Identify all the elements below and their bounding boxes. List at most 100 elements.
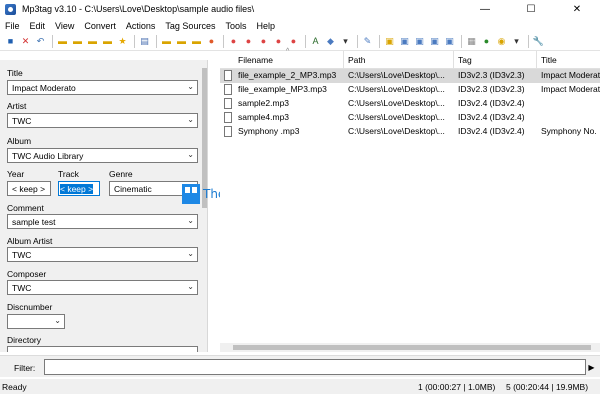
- add-folder-icon[interactable]: ▬: [71, 35, 84, 48]
- text-tag-icon[interactable]: ▬: [190, 35, 203, 48]
- table-row[interactable]: sample4.mp3 C:\Users\Love\Desktop\... ID3v…: [220, 111, 600, 125]
- column-tag[interactable]: Tag: [454, 51, 537, 69]
- id3-2-icon[interactable]: ▣: [413, 35, 426, 48]
- composer-label: Composer: [7, 269, 47, 279]
- convert-3-icon[interactable]: ●: [257, 35, 270, 48]
- tools-2-icon[interactable]: ●: [480, 35, 493, 48]
- actions-quick-icon[interactable]: ◆: [324, 35, 337, 48]
- table-row[interactable]: sample2.mp3 C:\Users\Love\Desktop\... ID3v…: [220, 97, 600, 111]
- album-value: TWC Audio Library: [12, 151, 84, 161]
- settings-icon[interactable]: 🔧: [532, 35, 545, 48]
- menu-help[interactable]: Help: [251, 21, 280, 31]
- save-icon[interactable]: ■: [4, 35, 17, 48]
- column-path-label: Path: [348, 54, 366, 65]
- options-icon[interactable]: ▤: [138, 35, 151, 48]
- id3-4-icon[interactable]: ▣: [443, 35, 456, 48]
- album-artist-value: TWC: [12, 250, 32, 260]
- title-value: Impact Moderato: [12, 83, 76, 93]
- title-field[interactable]: Impact Moderato ⌄: [7, 80, 198, 95]
- tag-tag-icon[interactable]: ●: [205, 35, 218, 48]
- actions-icon[interactable]: A: [309, 35, 322, 48]
- filename-tag-icon[interactable]: ▬: [160, 35, 173, 48]
- save-playlist-icon[interactable]: ▬: [86, 35, 99, 48]
- column-title[interactable]: Title: [537, 51, 600, 69]
- status-total: 5 (00:20:44 | 19.9MB): [506, 382, 589, 392]
- convert-1-icon[interactable]: ●: [227, 35, 240, 48]
- chevron-down-icon[interactable]: ⌄: [187, 216, 194, 225]
- menu-edit[interactable]: Edit: [25, 21, 51, 31]
- sort-up-icon: ^: [286, 48, 290, 55]
- undo-icon[interactable]: ↶: [34, 35, 47, 48]
- filter-go-icon[interactable]: ▶: [586, 359, 597, 375]
- web-icon[interactable]: ◉: [495, 35, 508, 48]
- convert-4-icon[interactable]: ●: [272, 35, 285, 48]
- remove-tag-icon[interactable]: ✕: [19, 35, 32, 48]
- chevron-down-icon[interactable]: ⌄: [187, 249, 194, 258]
- cell-tag: ID3v2.4 (ID3v2.4): [458, 98, 525, 108]
- year-field[interactable]: < keep >: [7, 181, 51, 196]
- minimize-button[interactable]: —: [462, 0, 508, 18]
- composer-value: TWC: [12, 283, 32, 293]
- artist-value: TWC: [12, 116, 32, 126]
- cell-filename: sample4.mp3: [238, 112, 290, 122]
- year-label: Year: [7, 169, 25, 179]
- comment-field[interactable]: sample test ⌄: [7, 214, 198, 229]
- menu-tag-sources[interactable]: Tag Sources: [160, 21, 220, 31]
- edit-icon[interactable]: ✎: [361, 35, 374, 48]
- comment-label: Comment: [7, 203, 44, 213]
- scrollbar-thumb[interactable]: [233, 345, 591, 350]
- tools-1-icon[interactable]: ▦: [465, 35, 478, 48]
- tag-filename-icon[interactable]: ▬: [175, 35, 188, 48]
- tag-panel: Title Impact Moderato ⌄ Artist TWC ⌄ Alb…: [0, 60, 208, 352]
- composer-field[interactable]: TWC ⌄: [7, 280, 198, 295]
- id3-1-icon[interactable]: ▣: [398, 35, 411, 48]
- menu-tools[interactable]: Tools: [220, 21, 251, 31]
- filter-input[interactable]: [44, 359, 586, 375]
- menu-actions[interactable]: Actions: [121, 21, 161, 31]
- column-path[interactable]: Path: [344, 51, 454, 69]
- file-list-hscrollbar[interactable]: [220, 343, 600, 352]
- genre-value: Cinematic: [114, 184, 152, 194]
- table-row[interactable]: Symphony .mp3 C:\Users\Love\Desktop\... ID…: [220, 125, 600, 139]
- status-selection: 1 (00:00:27 | 1.0MB): [418, 382, 496, 392]
- cell-filename: sample2.mp3: [238, 98, 290, 108]
- close-button[interactable]: ✕: [554, 0, 600, 18]
- album-artist-label: Album Artist: [7, 236, 53, 246]
- export-icon[interactable]: ▬: [101, 35, 114, 48]
- convert-5-icon[interactable]: ●: [287, 35, 300, 48]
- cell-filename: file_example_MP3.mp3: [238, 84, 327, 94]
- table-row[interactable]: file_example_MP3.mp3 C:\Users\Love\Deskto…: [220, 83, 600, 97]
- chevron-down-icon[interactable]: ⌄: [187, 82, 194, 91]
- file-icon: [224, 84, 232, 95]
- track-field[interactable]: < keep >: [58, 181, 100, 196]
- web-dropdown-icon[interactable]: ▾: [510, 35, 523, 48]
- menu-convert[interactable]: Convert: [79, 21, 121, 31]
- open-folder-icon[interactable]: ▬: [56, 35, 69, 48]
- chevron-down-icon[interactable]: ⌄: [187, 115, 194, 124]
- cell-tag: ID3v2.3 (ID3v2.3): [458, 70, 525, 80]
- chevron-down-icon[interactable]: ⌄: [187, 150, 194, 159]
- id3-3-icon[interactable]: ▣: [428, 35, 441, 48]
- tag-source-icon[interactable]: ▣: [383, 35, 396, 48]
- tag-panel-scrollbar[interactable]: [201, 60, 207, 352]
- toolbar-separator: [461, 35, 462, 48]
- discnumber-field[interactable]: ⌄: [7, 314, 65, 329]
- table-row[interactable]: file_example_2_MP3.mp3 C:\Users\Love\Desk…: [220, 69, 600, 83]
- chevron-down-icon[interactable]: ⌄: [54, 316, 61, 325]
- album-artist-field[interactable]: TWC ⌄: [7, 247, 198, 262]
- cell-tag: ID3v2.4 (ID3v2.4): [458, 126, 525, 136]
- maximize-button[interactable]: ☐: [508, 0, 554, 18]
- album-field[interactable]: TWC Audio Library ⌄: [7, 148, 198, 163]
- convert-2-icon[interactable]: ●: [242, 35, 255, 48]
- menu-view[interactable]: View: [50, 21, 79, 31]
- artist-field[interactable]: TWC ⌄: [7, 113, 198, 128]
- chevron-down-icon[interactable]: ⌄: [187, 282, 194, 291]
- app-icon: [5, 3, 16, 15]
- actions-dropdown-icon[interactable]: ▾: [339, 35, 352, 48]
- menu-file[interactable]: File: [0, 21, 25, 31]
- directory-field[interactable]: [7, 346, 198, 352]
- favorite-icon[interactable]: ★: [116, 35, 129, 48]
- column-filename-label: Filename: [238, 54, 273, 65]
- column-filename[interactable]: Filename ^: [220, 48, 344, 69]
- cell-filename: Symphony .mp3: [238, 126, 300, 136]
